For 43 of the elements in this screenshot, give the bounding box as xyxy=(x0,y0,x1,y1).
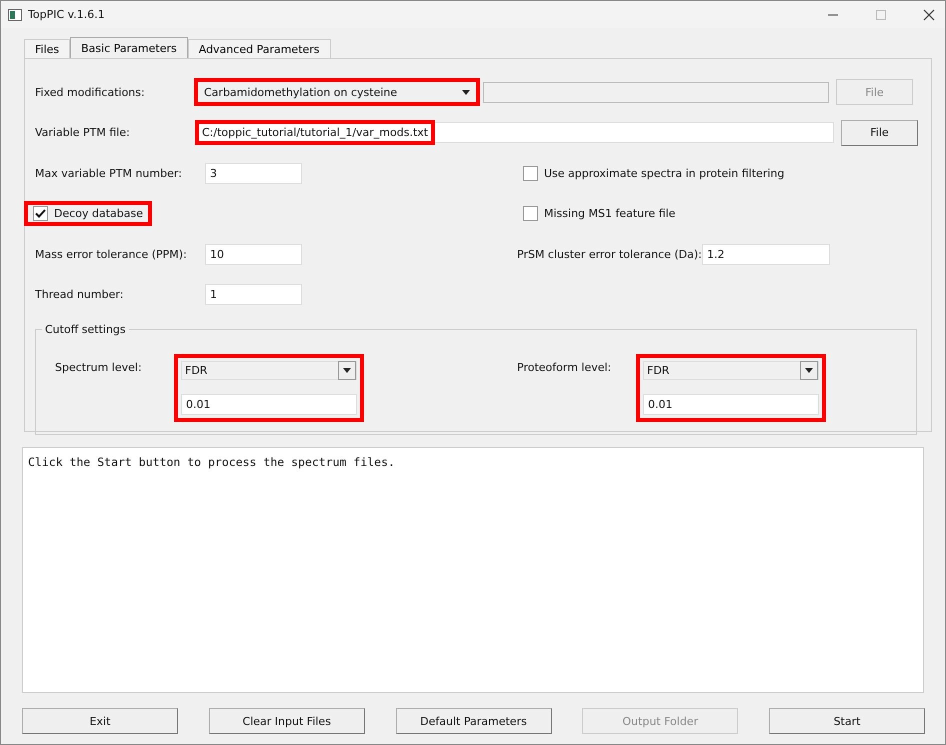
checkbox[interactable] xyxy=(33,206,48,222)
tab[interactable]: Files xyxy=(24,39,70,58)
action-button[interactable]: Clear Input Files xyxy=(208,708,365,734)
checkbox-label: Missing MS1 feature file xyxy=(544,207,676,220)
file-path-field[interactable] xyxy=(483,82,829,103)
app-icon xyxy=(8,8,22,20)
cutoff-value-field[interactable]: 0.01 xyxy=(181,394,357,415)
tab[interactable]: Advanced Parameters xyxy=(188,39,331,58)
log-text: Click the Start button to process the spectrum files. xyxy=(28,455,395,469)
cutoff-value-field[interactable]: 0.01 xyxy=(643,394,819,415)
checkbox[interactable] xyxy=(523,206,538,222)
field-label: Spectrum level: xyxy=(55,361,143,374)
dropdown-arrow-icon xyxy=(805,368,813,373)
number-field[interactable]: 1 xyxy=(205,284,302,306)
dropdown-arrow-icon xyxy=(462,90,470,95)
field-label: Variable PTM file: xyxy=(35,126,131,140)
field-label: Fixed modifications: xyxy=(35,86,146,99)
checkbox-label: Use approximate spectra in protein filtering xyxy=(544,166,784,180)
field-label: Thread number: xyxy=(35,288,124,302)
close-icon[interactable] xyxy=(923,8,935,20)
checkbox[interactable] xyxy=(523,166,538,181)
file-button[interactable]: File xyxy=(841,120,918,146)
checkbox-label: Decoy database xyxy=(54,207,144,220)
dropdown-arrow-icon xyxy=(343,368,351,373)
action-button[interactable]: Default Parameters xyxy=(396,708,552,734)
file-path-field[interactable]: C:/toppic_tutorial/tutorial_1/var_mods.txt xyxy=(197,122,834,144)
field-label: Mass error tolerance (PPM): xyxy=(35,248,188,261)
action-button[interactable]: Start xyxy=(769,708,925,734)
maximize-icon[interactable] xyxy=(875,8,887,20)
field-label: Proteoform level: xyxy=(517,361,612,374)
file-path-text: C:/toppic_tutorial/tutorial_1/var_mods.txt xyxy=(198,123,432,142)
tab[interactable]: Basic Parameters xyxy=(70,37,188,58)
group-title: Cutoff settings xyxy=(42,323,129,336)
window-title: TopPIC v.1.6.1 xyxy=(28,8,105,21)
field-label: PrSM cluster error tolerance (Da): xyxy=(517,248,702,261)
number-field[interactable]: 10 xyxy=(205,244,302,265)
action-button[interactable]: Exit xyxy=(22,708,178,734)
cutoff-type-dropdown[interactable]: FDR xyxy=(643,361,819,380)
number-field[interactable]: 3 xyxy=(205,162,302,184)
number-field[interactable]: 1.2 xyxy=(702,244,830,265)
modification-dropdown[interactable]: Carbamidomethylation on cysteine xyxy=(197,81,477,104)
cutoff-type-dropdown[interactable]: FDR xyxy=(181,361,357,380)
field-label: Max variable PTM number: xyxy=(35,166,183,180)
